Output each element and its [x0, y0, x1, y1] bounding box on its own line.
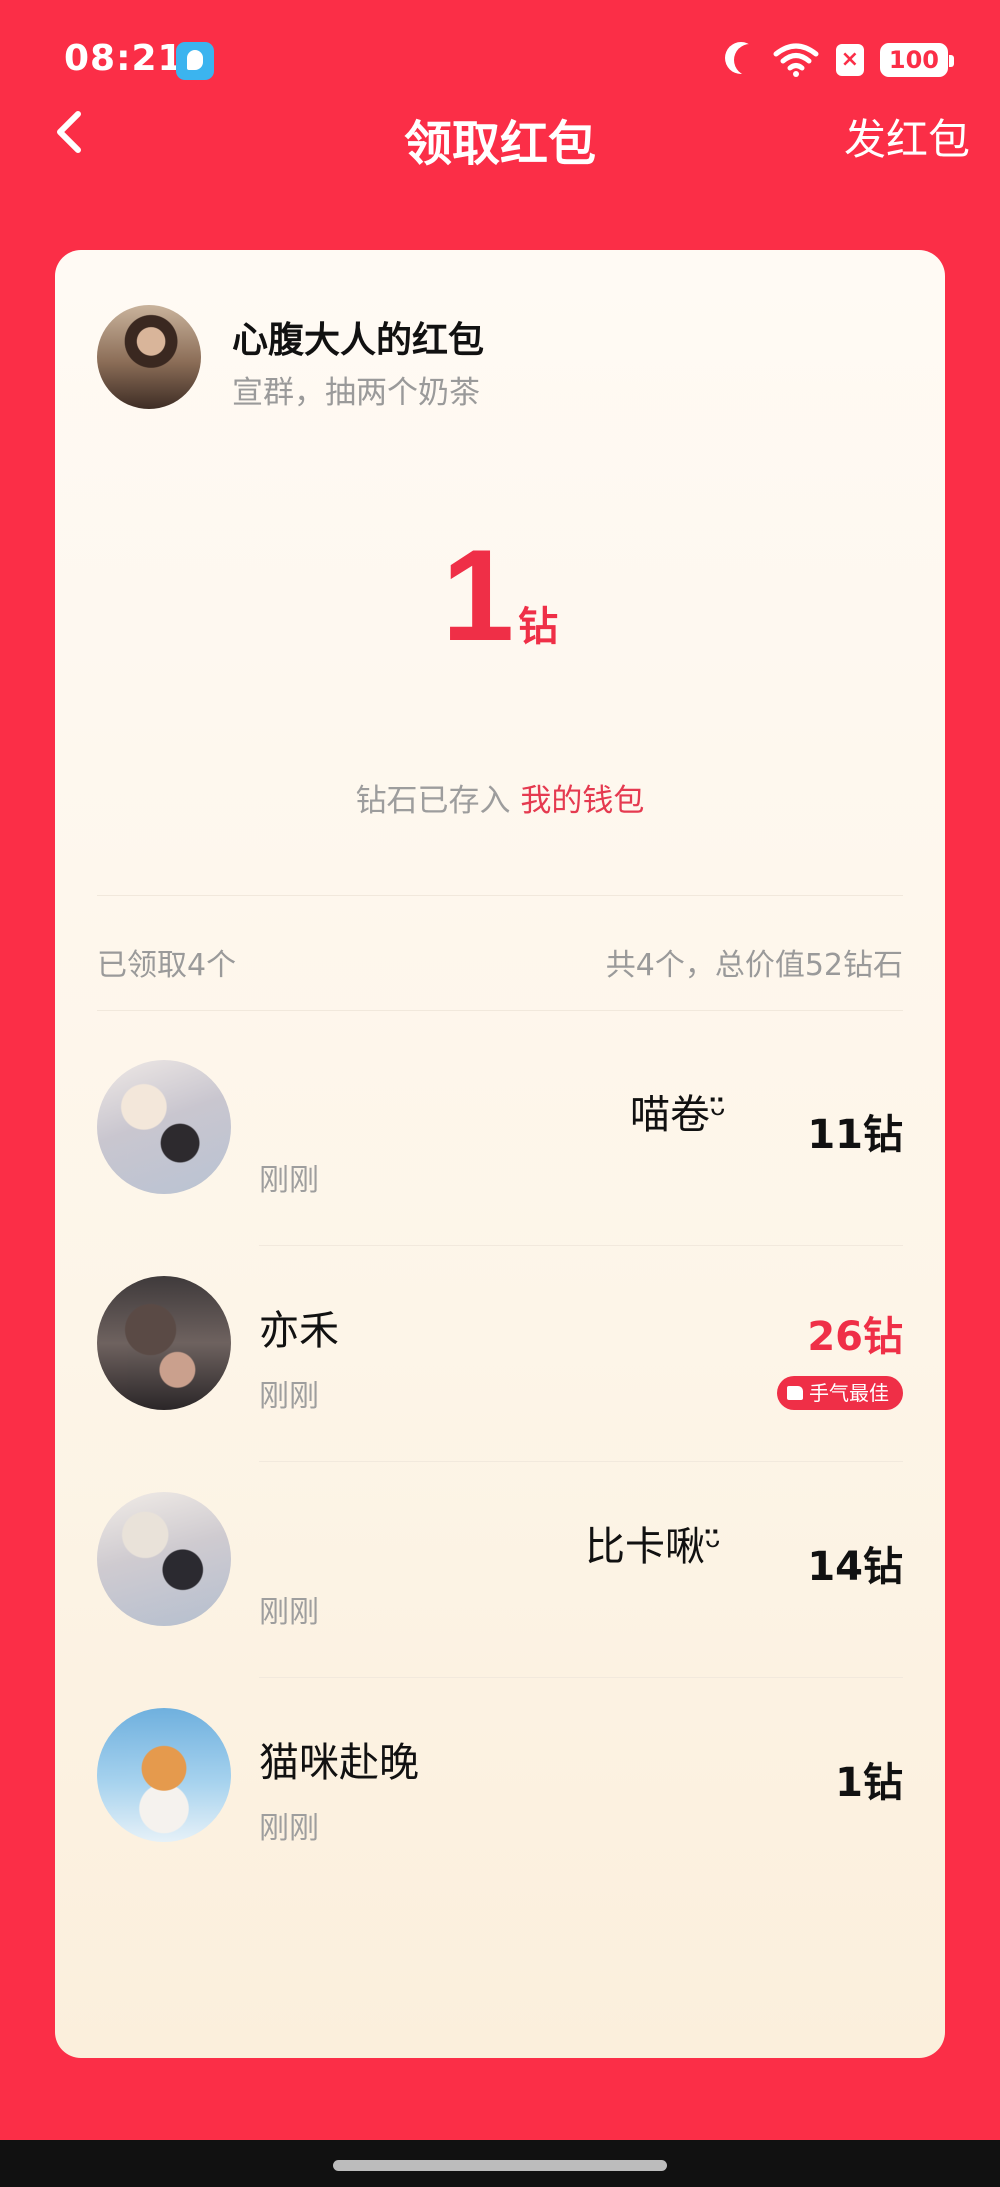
- red-packet-card: 心腹大人的红包 宣群，抽两个奶茶 1钻 钻石已存入 我的钱包 已领取4个 共4个…: [55, 250, 945, 2058]
- total-summary: 共4个，总价值52钻石: [605, 948, 903, 983]
- list-item[interactable]: 亦禾 刚刚 26钻 手气最佳: [55, 1246, 945, 1462]
- wallet-notice: 钻石已存入 我的钱包: [55, 775, 945, 820]
- status-icons: × 100: [724, 40, 955, 80]
- amount-unit: 钻: [518, 604, 559, 650]
- best-luck-badge: 手气最佳: [777, 1376, 903, 1410]
- red-packet-screen: 08:21 × 100 领取红包 发红包 心腹大人的红包 宣群，抽两个奶茶 1钻…: [0, 0, 1000, 2187]
- divider: [97, 1010, 903, 1011]
- claim-time: 刚刚: [259, 1811, 319, 1846]
- claim-time: 刚刚: [259, 1595, 319, 1630]
- avatar[interactable]: [97, 1276, 231, 1410]
- battery-icon: 100: [879, 43, 955, 77]
- status-time: 08:21: [64, 38, 184, 79]
- sender-message: 宣群，抽两个奶茶: [232, 375, 480, 411]
- claim-time: 刚刚: [259, 1379, 319, 1414]
- home-indicator[interactable]: [333, 2160, 667, 2171]
- recipient-name: 亦禾: [259, 1308, 339, 1354]
- my-wallet-link[interactable]: 我的钱包: [520, 783, 644, 819]
- claimed-count: 已领取4个: [97, 948, 237, 983]
- sim-x-icon: ×: [835, 44, 864, 76]
- sender-avatar[interactable]: [97, 305, 201, 409]
- list-item[interactable]: 猫咪赴晚 刚刚 1钻: [55, 1678, 945, 1894]
- thumbs-up-icon: [787, 1386, 803, 1400]
- app-badge-icon: [176, 42, 214, 80]
- claim-amount: 26钻: [807, 1314, 903, 1360]
- wifi-icon: [772, 42, 820, 78]
- recipient-name: 喵卷ᵕ̈: [630, 1092, 727, 1138]
- avatar[interactable]: [97, 1492, 231, 1626]
- avatar[interactable]: [97, 1060, 231, 1194]
- recipient-name: 猫咪赴晚: [259, 1740, 419, 1786]
- claim-amount: 1钻: [835, 1760, 903, 1806]
- list-item[interactable]: 比卡啾ᵕ̈ 刚刚 14钻: [55, 1462, 945, 1678]
- list-item[interactable]: 喵卷ᵕ̈ 刚刚 11钻: [55, 1030, 945, 1246]
- moon-icon: [734, 44, 766, 76]
- divider: [97, 895, 903, 896]
- sender-name: 心腹大人的红包: [232, 320, 485, 361]
- claim-time: 刚刚: [259, 1163, 319, 1198]
- recipient-name: 比卡啾ᵕ̈: [585, 1524, 722, 1570]
- sender-info: 心腹大人的红包 宣群，抽两个奶茶: [97, 305, 897, 415]
- avatar[interactable]: [97, 1708, 231, 1842]
- status-bar: 08:21 × 100: [0, 0, 1000, 110]
- nav-bar: 领取红包 发红包: [0, 96, 1000, 172]
- send-red-packet-button[interactable]: 发红包: [844, 106, 970, 167]
- wallet-notice-text: 钻石已存入: [355, 783, 511, 819]
- best-luck-label: 手气最佳: [809, 1381, 889, 1405]
- claim-amount: 14钻: [807, 1544, 903, 1590]
- claim-amount: 11钻: [807, 1112, 903, 1158]
- amount-value: 1: [441, 522, 515, 668]
- received-amount: 1钻: [55, 520, 945, 670]
